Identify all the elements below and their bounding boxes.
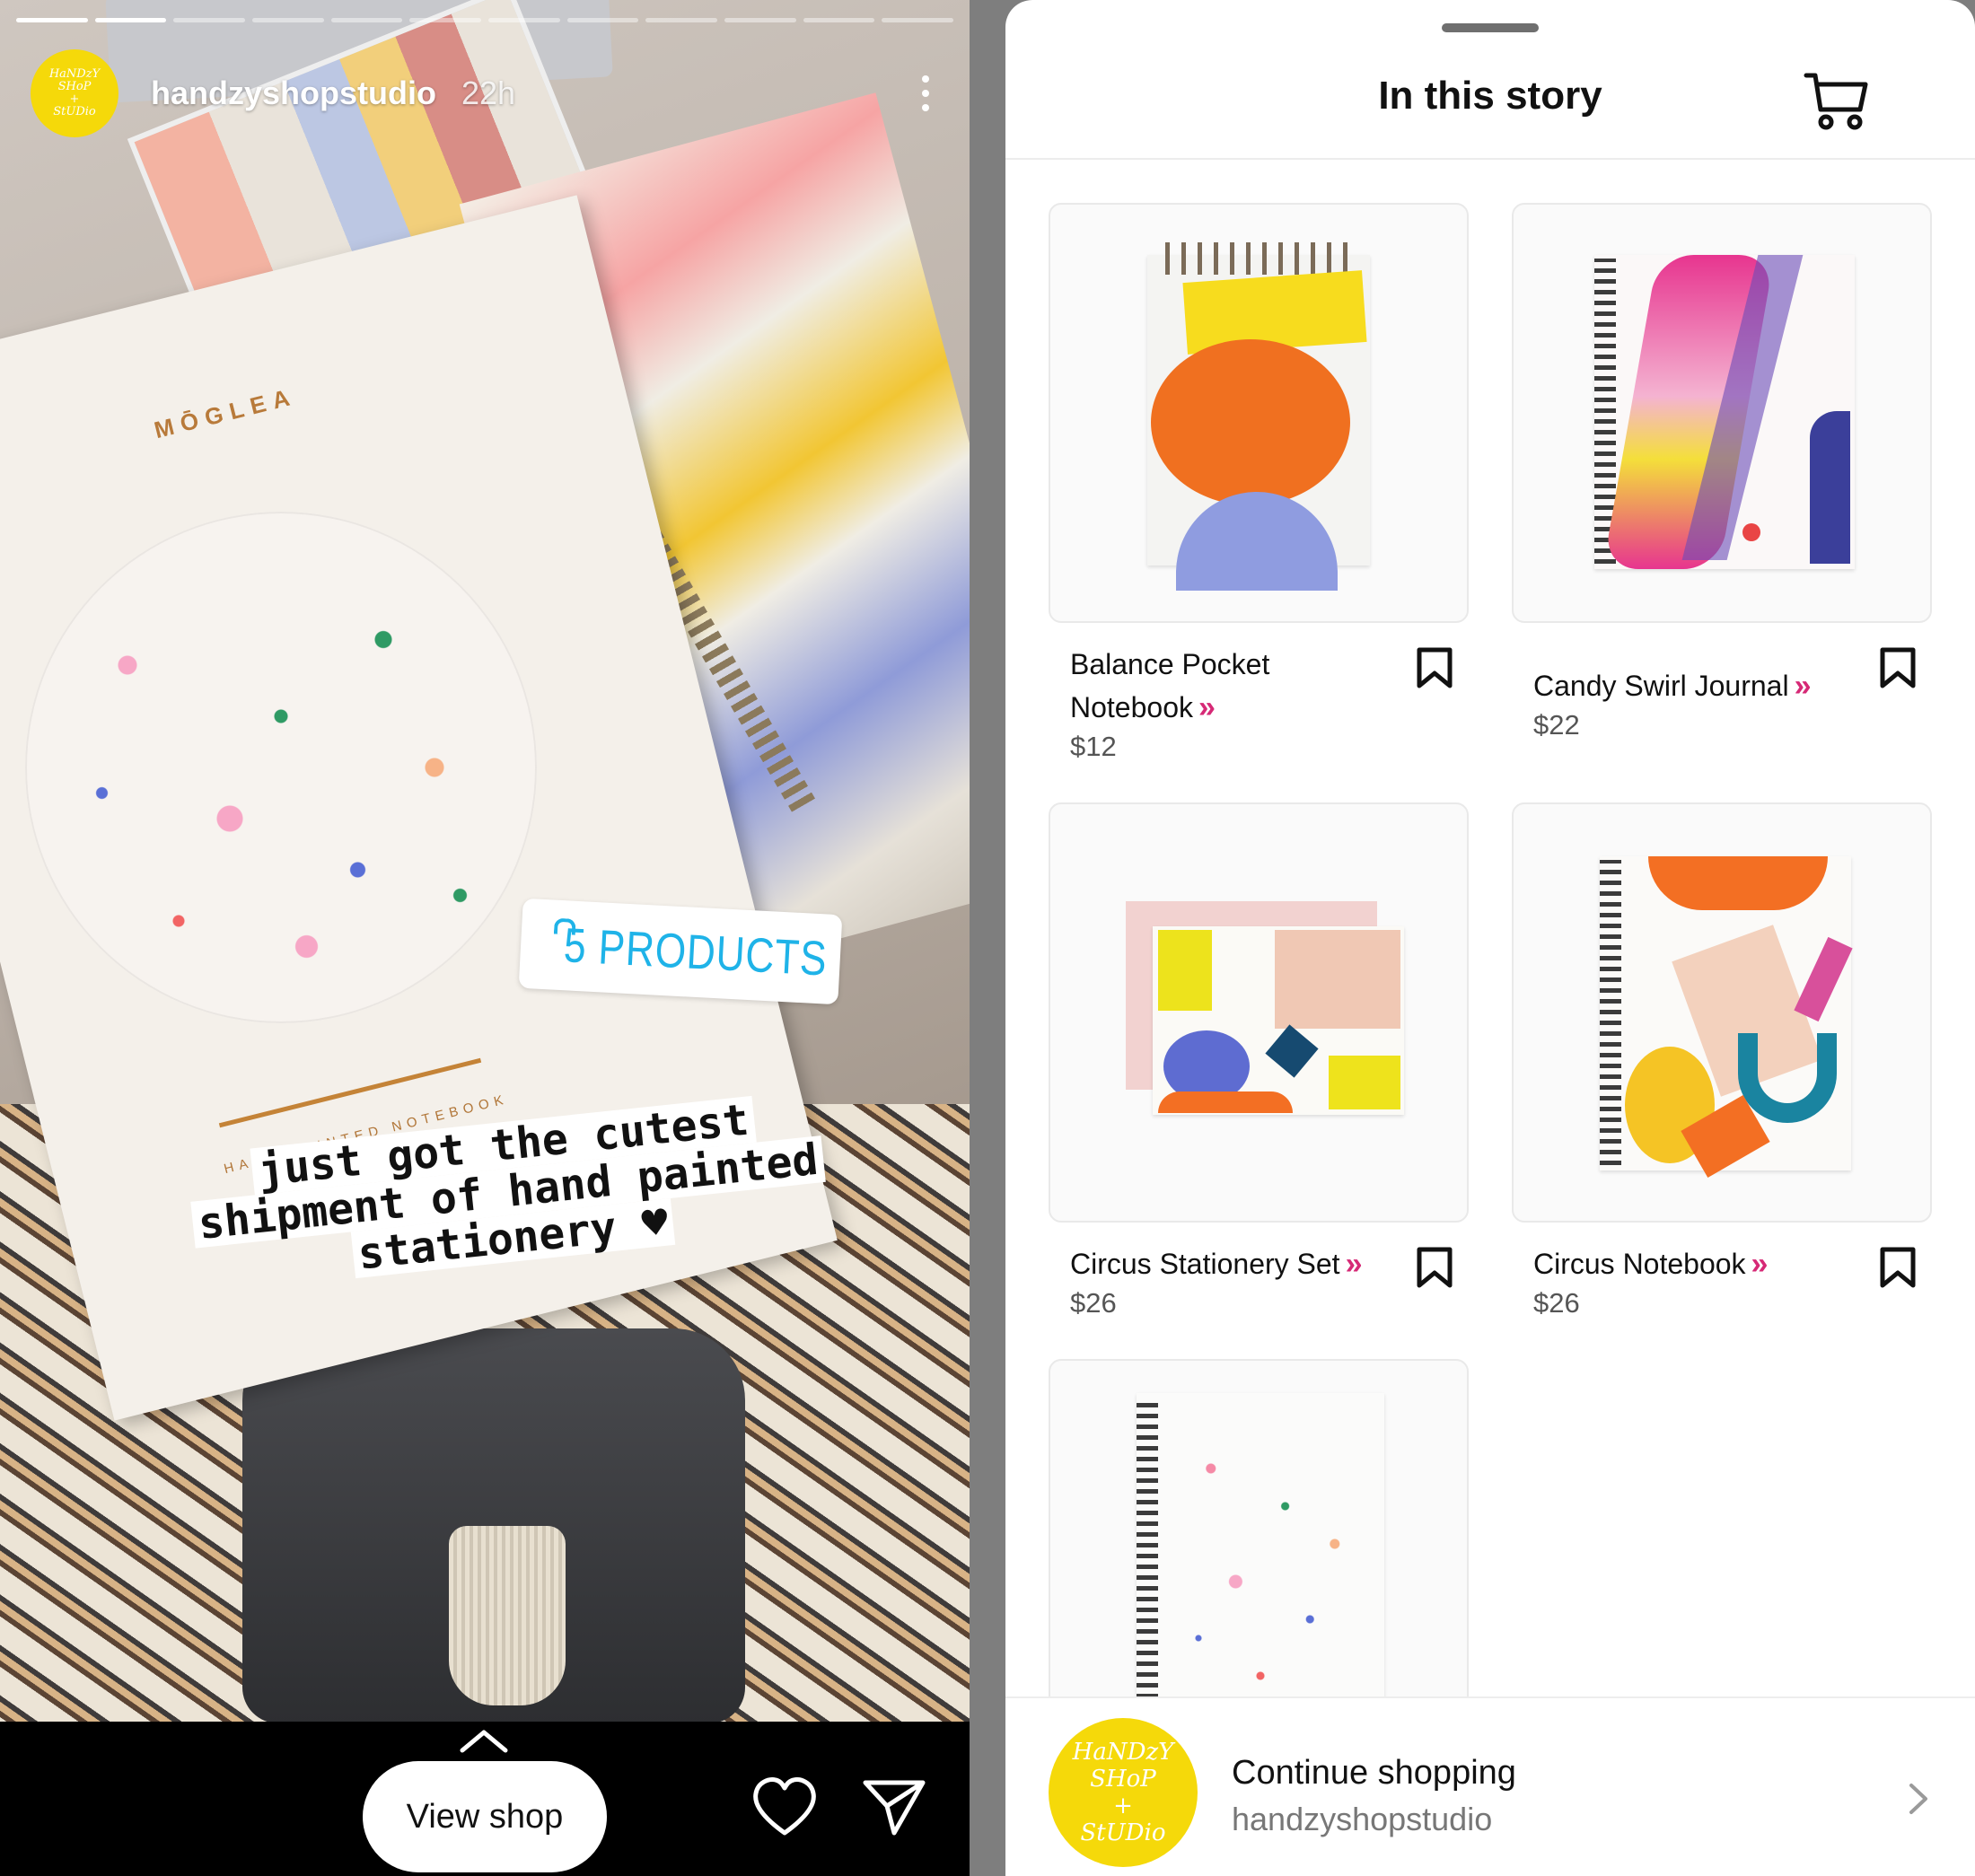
progress-segment <box>488 18 560 22</box>
product-image[interactable] <box>1049 203 1469 623</box>
bookmark-icon[interactable] <box>1878 646 1918 689</box>
send-icon[interactable] <box>860 1775 928 1838</box>
product-price: $26 <box>1070 1287 1117 1319</box>
chevron-right-double-icon: » <box>1794 669 1812 703</box>
progress-segment <box>173 18 246 22</box>
progress-segment <box>803 18 875 22</box>
chevron-right-double-icon: » <box>1345 1247 1363 1281</box>
continue-shopping-title: Continue shopping <box>1232 1754 1516 1792</box>
product-card[interactable]: Circus Stationery Set» $26 <box>1049 802 1469 1319</box>
chevron-right-double-icon: » <box>1198 690 1216 724</box>
tassel-photo-element <box>449 1526 566 1705</box>
avatar[interactable]: HaNDzY SHoP + StUDio <box>31 49 118 137</box>
product-price: $12 <box>1070 731 1117 762</box>
progress-segment <box>724 18 796 22</box>
product-card[interactable]: Candy Swirl Journal» $22 <box>1512 203 1932 741</box>
avatar[interactable]: HaNDzY SHoP + StUDio <box>1049 1718 1198 1867</box>
shopping-cart-icon[interactable] <box>1801 65 1873 136</box>
more-options-icon[interactable] <box>912 66 939 120</box>
sheet-drag-handle[interactable] <box>1442 23 1539 32</box>
products-sticker-label: 5 PRODUCTS <box>562 918 829 986</box>
story-progress-bar <box>16 18 954 23</box>
heart-icon[interactable] <box>750 1775 819 1838</box>
progress-segment <box>645 18 718 22</box>
continue-shopping-bar[interactable]: HaNDzY SHoP + StUDio Continue shopping h… <box>1005 1696 1975 1876</box>
product-image[interactable] <box>1512 203 1932 623</box>
product-price: $22 <box>1533 709 1580 741</box>
story-header: HaNDzY SHoP + StUDio handzyshopstudio 22… <box>31 49 939 137</box>
products-sticker[interactable]: 5 PRODUCTS <box>518 898 843 1005</box>
progress-segment <box>882 18 954 22</box>
bookmark-icon[interactable] <box>1878 1246 1918 1289</box>
progress-segment <box>566 18 639 22</box>
speckled-cover-circle <box>25 512 537 1023</box>
product-name[interactable]: Balance Pocket Notebook» <box>1070 643 1402 729</box>
chevron-up-icon[interactable] <box>460 1727 508 1754</box>
product-card[interactable]: Circus Notebook» $26 <box>1512 802 1932 1319</box>
progress-segment <box>330 18 403 22</box>
product-card[interactable]: Balance Pocket Notebook» $12 <box>1049 203 1469 763</box>
chevron-right-double-icon: » <box>1751 1247 1769 1281</box>
view-shop-button[interactable]: View shop <box>363 1761 607 1872</box>
product-image[interactable] <box>1512 802 1932 1223</box>
story-photo: MŌGLEA HAND PAINTED NOTEBOOK <box>0 0 970 1722</box>
bookmark-icon[interactable] <box>1415 1246 1454 1289</box>
product-image[interactable] <box>1049 802 1469 1223</box>
progress-segment <box>94 18 167 22</box>
shopping-bag-icon <box>543 926 546 963</box>
story-view[interactable]: MŌGLEA HAND PAINTED NOTEBOOK HaNDzY SHoP… <box>0 0 970 1876</box>
continue-shopping-username: handzyshopstudio <box>1232 1801 1493 1837</box>
products-sheet: In this story Balance Pocket Notebook» $… <box>1005 0 1975 1876</box>
chevron-right-icon[interactable] <box>1907 1781 1930 1817</box>
product-name[interactable]: Circus Notebook» <box>1533 1242 1865 1285</box>
avatar-logo-text: HaNDzY SHoP + StUDio <box>1072 1739 1174 1846</box>
sheet-divider <box>1005 158 1975 160</box>
bookmark-icon[interactable] <box>1415 646 1454 689</box>
avatar-logo-text: HaNDzY SHoP + StUDio <box>48 67 101 118</box>
story-username[interactable]: handzyshopstudio <box>151 75 436 112</box>
progress-segment <box>252 18 324 22</box>
story-timestamp: 22h <box>461 75 516 111</box>
progress-segment <box>16 18 88 22</box>
progress-segment <box>409 18 482 22</box>
product-name[interactable]: Candy Swirl Journal» <box>1533 664 1865 707</box>
product-price: $26 <box>1533 1287 1580 1319</box>
product-name[interactable]: Circus Stationery Set» <box>1070 1242 1402 1285</box>
